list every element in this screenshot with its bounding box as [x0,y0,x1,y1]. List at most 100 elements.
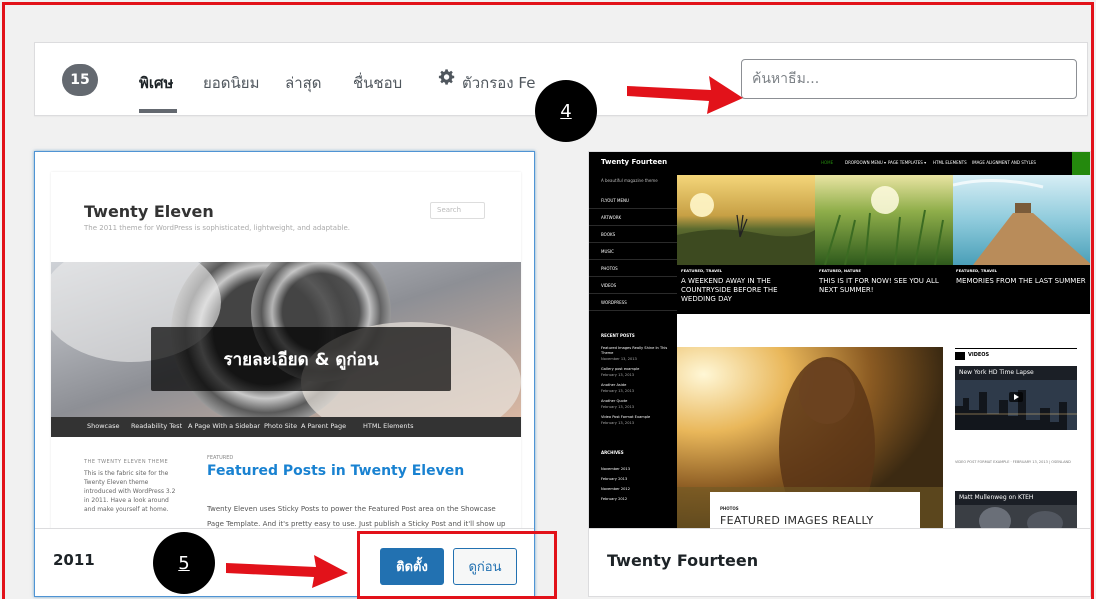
filter-favorites[interactable]: ชื่นชอบ [353,71,402,95]
video-thumbnail: New York HD Time Lapse [955,366,1077,430]
sidebar-item: BOOKS [601,232,616,237]
site-title: Twenty Eleven [84,202,214,221]
sidebar-item: MUSIC [601,249,614,254]
archive-link: February 2013 [601,477,628,481]
current-filter-indicator [139,109,177,113]
gear-icon[interactable] [438,68,456,86]
featured-label: FEATURED [207,455,234,461]
theme-name: Twenty Fourteen [607,551,759,570]
video-caption: VIDEO POST FORMAT EXAMPLE · FEBRUARY 13,… [955,460,1071,464]
featured-title: A WEEKEND AWAY IN THE COUNTRYSIDE BEFORE… [681,277,778,303]
video-title: Matt Mullenweg on KTEH [959,494,1034,501]
featured-category: FEATURED, TRAVEL [956,268,998,273]
nav-item: Readability Test [131,422,183,430]
sidebar-text: This is the fabric site for the Twenty E… [84,470,176,513]
step-5-marker: 5 [153,532,215,594]
archive-link: November 2012 [601,487,630,491]
sidebar-item: VIDEOS [601,283,617,288]
featured-category: FEATURED, TRAVEL [681,268,723,273]
divider [589,208,677,209]
content-sidebar: VIDEOS New York HD Time Lapse VIDEO POST… [943,314,1090,530]
videos-heading: VIDEOS [955,348,1077,362]
featured-content-grid: FEATURED, TRAVEL A WEEKEND AWAY IN THE C… [677,175,1090,314]
site-header: Twenty Fourteen HOME DROPDOWN MENU ▾ PAG… [589,152,1090,175]
filter-latest[interactable]: ล่าสุด [285,71,322,95]
recent-post-title: Gallery post example [601,367,640,371]
site-nav: Showcase Readability Test A Page With a … [51,417,521,437]
nav-item: A Parent Page [301,422,347,430]
video-thumbnail: Matt Mullenweg on KTEH [955,491,1077,530]
video-title: New York HD Time Lapse [959,369,1034,376]
recent-post-date: November 13, 2013 [601,357,637,361]
theme-name: 2011 [53,551,95,569]
sidebar-item: WORDPRESS [601,300,627,305]
featured-image-pier [953,175,1090,265]
sidebar-item: FLYOUT MENU [601,198,629,203]
recent-posts-heading: RECENT POSTS [601,333,635,338]
theme-card-twenty-fourteen[interactable]: Twenty Fourteen HOME DROPDOWN MENU ▾ PAG… [588,151,1091,597]
featured-image-nature [815,175,953,265]
divider [589,225,677,226]
arrow-to-install-icon [226,555,348,588]
site-search-box: Search [430,202,485,219]
menu-item: PAGE TEMPLATES ▾ [888,160,927,165]
site-tagline: A beautiful magazine theme [601,178,658,183]
menu-item: HTML ELEMENTS [933,160,967,165]
post-title: FEATURED IMAGES REALLY [720,514,874,527]
nav-item: Showcase [87,422,120,430]
sidebar-item: PHOTOS [601,266,618,271]
archive-link: February 2012 [601,497,628,501]
feature-filter-link[interactable]: ตัวกรอง Fe [462,71,535,95]
featured-title: Featured Posts in Twenty Eleven [207,463,465,479]
menu-item: IMAGE ALIGNMENT AND STYLES [972,160,1036,165]
theme-screenshot[interactable]: Twenty Eleven The 2011 theme for WordPre… [51,172,521,530]
recent-post-date: February 13, 2013 [601,421,635,425]
post-category: PHOTOS [720,506,739,511]
nav-item: A Page With a Sidebar [188,422,261,430]
featured-category: FEATURED, NATURE [819,268,861,273]
divider [589,293,677,294]
menu-item: DROPDOWN MENU ▾ [845,160,887,165]
divider [589,276,677,277]
sidebar-heading: THE TWENTY ELEVEN THEME [84,459,169,465]
featured-body: Twenty Eleven uses Sticky Posts to power… [207,505,506,528]
arrow-to-search-icon [627,76,743,114]
archives-heading: ARCHIVES [601,450,624,455]
site-tagline: The 2011 theme for WordPress is sophisti… [84,224,350,232]
theme-browser: 15 พิเศษ ยอดนิยม ล่าสุด ชื่นชอบ ตัวกรอง … [0,0,1096,599]
nav-item: Photo Site [264,422,298,430]
install-button[interactable]: ติดตั้ง [380,548,444,585]
sidebar: A beautiful magazine theme FLYOUT MENU A… [589,175,677,530]
archive-link: November 2013 [601,467,630,471]
divider [589,310,677,311]
theme-screenshot[interactable]: Twenty Fourteen HOME DROPDOWN MENU ▾ PAG… [589,152,1090,530]
theme-count-badge: 15 [62,64,98,96]
nav-item: HTML Elements [363,422,414,430]
recent-post-title: Another Aside [601,383,627,387]
preview-button[interactable]: ดูก่อน [453,548,517,585]
search-icon [1072,152,1090,175]
details-preview-overlay[interactable]: รายละเอียด & ดูก่อน [151,327,451,391]
featured-title: THIS IS IT FOR NOW! SEE YOU ALL NEXT SUM… [819,277,939,294]
recent-post-date: February 13, 2013 [601,405,635,409]
recent-post-date: February 13, 2013 [601,373,635,377]
recent-post-date: February 13, 2013 [601,389,635,393]
recent-post-title: Another Quote [601,399,628,403]
theme-card-twenty-eleven[interactable]: Twenty Eleven The 2011 theme for WordPre… [34,151,535,597]
filter-popular[interactable]: ยอดนิยม [203,71,259,95]
step-4-marker: 4 [535,80,597,142]
menu-item: HOME [821,160,834,165]
recent-post-title: Video Post Format Example [601,415,651,419]
filter-featured[interactable]: พิเศษ [139,71,173,95]
site-title: Twenty Fourteen [601,158,668,166]
main-content: PHOTOS FEATURED IMAGES REALLY [677,314,943,530]
divider [589,242,677,243]
post-card: PHOTOS FEATURED IMAGES REALLY [710,492,920,530]
featured-title: MEMORIES FROM THE LAST SUMMER [956,277,1086,285]
featured-image-countryside [677,175,815,265]
divider [589,259,677,260]
theme-card-footer: Twenty Fourteen [589,528,1090,596]
theme-search-input[interactable] [741,59,1077,99]
sidebar-item: ARTWORK [601,215,622,220]
recent-post-title: Featured Images Really Shine In This The… [601,346,668,355]
